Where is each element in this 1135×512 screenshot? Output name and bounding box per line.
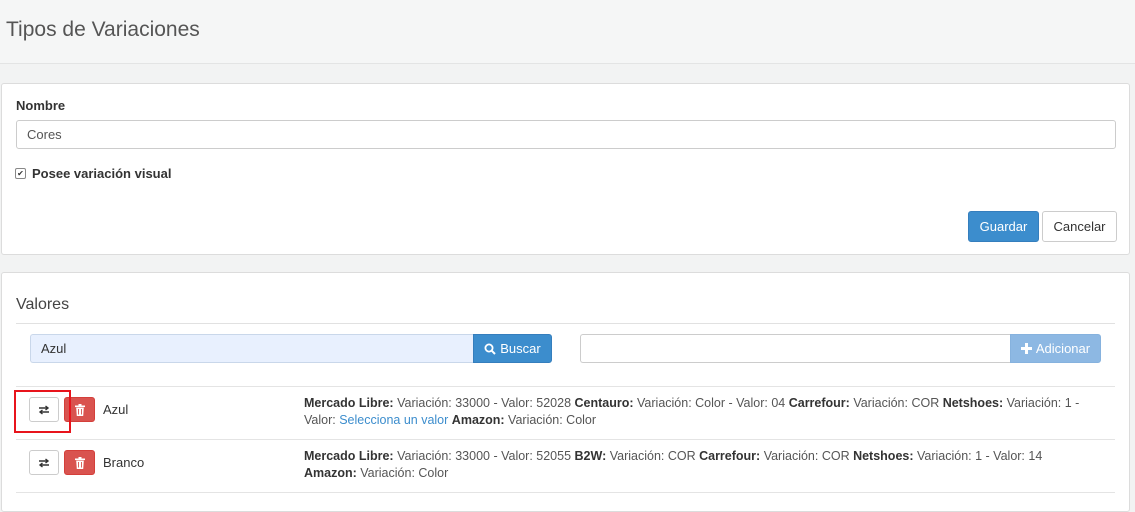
row-divider — [16, 492, 1115, 493]
marketplace-name: Centauro: — [574, 396, 634, 410]
add-value-input[interactable] — [580, 334, 1011, 363]
swap-button[interactable] — [29, 450, 59, 475]
buscar-label: Buscar — [500, 341, 541, 356]
delete-button[interactable] — [64, 450, 95, 475]
cancelar-button[interactable]: Cancelar — [1042, 211, 1117, 242]
section-divider — [16, 323, 1115, 324]
search-icon — [484, 343, 496, 355]
plus-icon — [1020, 343, 1032, 354]
mapping-detail: Variación: COR — [606, 449, 700, 463]
mapping-detail: Variación: 33000 - Valor: 52028 — [393, 396, 575, 410]
nombre-label: Nombre — [16, 98, 66, 113]
visual-variation-row[interactable]: ✔ Posee variación visual — [15, 166, 171, 181]
marketplace-name: Mercado Libre: — [304, 449, 394, 463]
adicionar-label: Adicionar — [1035, 341, 1091, 356]
buscar-button[interactable]: Buscar — [473, 334, 552, 363]
visual-variation-checkbox[interactable]: ✔ — [15, 168, 26, 179]
value-name: Azul — [103, 402, 129, 417]
value-name: Branco — [103, 455, 145, 470]
search-input[interactable] — [30, 334, 475, 363]
highlight-annotation — [14, 390, 71, 433]
marketplace-name: Amazon: — [451, 413, 505, 427]
mapping-detail: Variación: Color — [504, 413, 597, 427]
mapping-detail: Variación: Color — [356, 466, 449, 480]
trash-icon — [74, 403, 85, 416]
mapping-detail: Variación: 33000 - Valor: 52055 — [393, 449, 575, 463]
mapping-detail: Variación: COR — [760, 449, 854, 463]
swap-arrows-icon — [38, 457, 50, 468]
mapping-detail: Variación: 1 - — [1003, 396, 1080, 410]
marketplace-name: Netshoes: — [942, 396, 1004, 410]
value-mapping-text: Mercado Libre: Variación: 33000 - Valor:… — [304, 448, 1104, 482]
values-section-title: Valores — [16, 296, 70, 313]
mapping-line: Mercado Libre: Variación: 33000 - Valor:… — [304, 448, 1104, 465]
marketplace-name: Carrefour: — [699, 449, 761, 463]
mapping-line: Valor: Selecciona un valor Amazon: Varia… — [304, 412, 1104, 429]
mapping-line: Mercado Libre: Variación: 33000 - Valor:… — [304, 395, 1104, 412]
guardar-button[interactable]: Guardar — [968, 211, 1039, 242]
adicionar-button[interactable]: Adicionar — [1010, 334, 1101, 363]
mapping-detail: Valor: — [304, 413, 340, 427]
marketplace-name: Netshoes: — [853, 449, 914, 463]
marketplace-name: B2W: — [574, 449, 607, 463]
nombre-input[interactable] — [16, 120, 1116, 149]
marketplace-name: Amazon: — [304, 466, 357, 480]
page-header: Tipos de Variaciones — [0, 0, 1135, 64]
variation-type-form: Nombre ✔ Posee variación visual Guardar … — [1, 83, 1130, 255]
mapping-detail: Variación: Color - Valor: 04 — [633, 396, 789, 410]
trash-icon — [74, 456, 85, 469]
visual-variation-label: Posee variación visual — [32, 166, 172, 181]
row-divider — [16, 439, 1115, 440]
marketplace-name: Mercado Libre: — [304, 396, 394, 410]
marketplace-name: Carrefour: — [788, 396, 850, 410]
mapping-detail: Variación: COR — [849, 396, 943, 410]
row-divider — [16, 386, 1115, 387]
select-value-link[interactable]: Selecciona un valor — [339, 413, 448, 427]
mapping-detail: Variación: 1 - Valor: 14 — [913, 449, 1043, 463]
page-title: Tipos de Variaciones — [6, 18, 200, 41]
value-mapping-text: Mercado Libre: Variación: 33000 - Valor:… — [304, 395, 1104, 429]
mapping-line: Amazon: Variación: Color — [304, 465, 1104, 482]
values-panel: Valores Buscar Adicionar — [1, 272, 1130, 512]
